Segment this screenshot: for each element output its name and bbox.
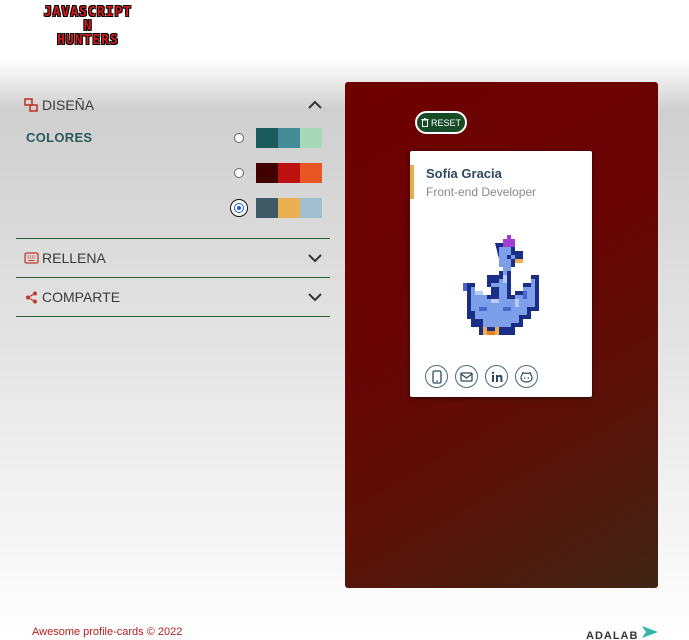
email-icon [460, 371, 473, 382]
reset-label: RESET [430, 117, 461, 128]
palette-2-color-3 [300, 163, 322, 183]
palette-3-color-2 [278, 198, 300, 218]
linkedin-link[interactable] [485, 365, 508, 388]
palette-3-radio[interactable] [234, 203, 244, 213]
footer-copyright: Awesome profile-cards © 2022 [32, 626, 183, 638]
share-section-header[interactable]: COMPARTE [16, 278, 330, 316]
palette-option-1[interactable] [234, 128, 322, 148]
palette-option-3[interactable] [234, 198, 322, 218]
adalab-wordmark: ADALAB [586, 630, 639, 640]
design-section-header[interactable]: DISEÑA [16, 82, 330, 128]
palette-1-color-2 [278, 128, 300, 148]
phone-icon [431, 369, 442, 384]
reset-button[interactable]: RESET [415, 111, 467, 134]
logo-line-2: N [83, 19, 93, 34]
palette-option-2[interactable] [234, 163, 322, 183]
palette-2-radio[interactable] [234, 168, 244, 178]
form-panel: DISEÑA COLORES RELLENA COMPARTE [16, 82, 330, 317]
section-divider [16, 316, 330, 317]
design-icon [23, 97, 39, 113]
fill-section-header[interactable]: RELLENA [16, 239, 330, 277]
fill-section-title: RELLENA [42, 250, 106, 266]
card-avatar [443, 231, 551, 344]
palette-3-color-1 [256, 198, 278, 218]
share-section-title: COMPARTE [42, 289, 121, 305]
palette-1-color-1 [256, 128, 278, 148]
logo-line-1: JAVASCRIPT [43, 5, 133, 20]
social-links [425, 365, 538, 388]
share-icon [23, 289, 39, 305]
app-logo: JAVASCRIPT N HUNTERS [30, 6, 146, 48]
palette-1-color-3 [300, 128, 322, 148]
github-icon [520, 371, 533, 383]
card-job: Front-end Developer [426, 185, 537, 199]
palette-1-radio[interactable] [234, 133, 244, 143]
design-section-title: DISEÑA [42, 97, 95, 113]
card-accent-bar [410, 165, 414, 199]
palette-2-color-1 [256, 163, 278, 183]
card-preview-area: RESET Sofía Gracia Front-end Developer [345, 82, 658, 588]
chevron-down-icon[interactable] [306, 249, 324, 267]
colors-label: COLORES [26, 130, 93, 145]
palette-3-color-3 [300, 198, 322, 218]
adalab-logo[interactable]: ADALAB [586, 620, 660, 640]
colors-options: COLORES [16, 128, 330, 238]
chevron-up-icon[interactable] [306, 96, 324, 114]
chevron-down-icon[interactable] [306, 288, 324, 306]
pixel-chicken-image [463, 235, 539, 335]
profile-card: Sofía Gracia Front-end Developer [410, 151, 592, 397]
linkedin-icon [491, 371, 502, 382]
phone-link[interactable] [425, 365, 448, 388]
keyboard-icon [23, 250, 39, 266]
palette-2-color-2 [278, 163, 300, 183]
logo-line-3: HUNTERS [57, 33, 119, 48]
github-link[interactable] [515, 365, 538, 388]
email-link[interactable] [455, 365, 478, 388]
trash-icon [421, 118, 429, 127]
card-name: Sofía Gracia [426, 166, 502, 181]
adalab-arrow-icon [642, 626, 659, 638]
